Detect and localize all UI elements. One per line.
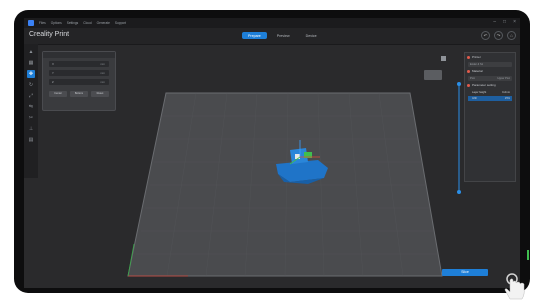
printer-section-title: Printer (472, 55, 481, 59)
cut-icon[interactable]: ✂ (27, 114, 35, 122)
layer-slider-bottom-handle[interactable] (457, 190, 461, 194)
mirror-icon[interactable]: ⇋ (27, 103, 35, 111)
x-label: X (52, 62, 54, 66)
list-item[interactable]: Layer height 0.2mm (468, 90, 512, 95)
view-cube-icon[interactable] (441, 56, 446, 61)
device-frame: Files Options Settings Cloud Generate Su… (14, 10, 530, 293)
list-item-label: Layer height (472, 90, 487, 94)
tab-preview[interactable]: Preview (271, 32, 296, 39)
material-section-dot (467, 70, 470, 73)
menu-item-support[interactable]: Support (115, 21, 126, 25)
window-controls: – □ × (493, 19, 516, 25)
menu-item-options[interactable]: Options (51, 21, 62, 25)
arrange-icon[interactable]: ▤ (27, 136, 35, 144)
list-item[interactable]: Infill 15% (468, 96, 512, 101)
maximize-icon[interactable]: □ (503, 19, 506, 25)
menu-item-generate[interactable]: Generate (97, 21, 110, 25)
parameter-section[interactable]: Parameter setting (465, 83, 515, 88)
material-value: Hyper PLA (497, 76, 510, 80)
x-position-field[interactable]: X mm (49, 61, 109, 67)
list-item-value: 15% (504, 96, 510, 100)
material-section-title: Material (472, 69, 483, 73)
status-indicator (527, 250, 529, 260)
app-window: Files Options Settings Cloud Generate Su… (24, 18, 520, 288)
y-position-field[interactable]: Y mm (49, 70, 109, 76)
move-panel: X mm Y mm Z mm Center Bottom Reset (42, 51, 116, 111)
move-panel-header (43, 52, 115, 58)
toolbar-actions: ↶ ↷ ⌂ (481, 31, 516, 40)
slice-button[interactable]: Slice (442, 269, 488, 276)
app-title: Creality Print (29, 31, 70, 38)
view-selector[interactable] (424, 70, 442, 80)
close-icon[interactable]: × (513, 19, 516, 25)
printer-select[interactable]: Ender-3 S1 (468, 62, 512, 67)
layout-icon[interactable]: ▦ (27, 59, 35, 67)
material-label: PLA (470, 76, 475, 80)
printer-section[interactable]: Printer (465, 55, 515, 60)
pointing-hand-icon (504, 273, 525, 300)
parameter-section-title: Parameter setting (472, 83, 496, 87)
list-item-label: Infill (472, 96, 477, 100)
move-icon[interactable]: ✥ (27, 70, 35, 78)
z-unit: mm (100, 80, 105, 84)
redo-icon[interactable]: ↷ (494, 31, 503, 40)
list-item-value: 0.2mm (502, 90, 510, 94)
scale-icon[interactable]: ⤢ (27, 92, 35, 100)
menu-bar: Files Options Settings Cloud Generate Su… (24, 18, 520, 28)
add-model-icon[interactable]: ▲ (27, 48, 35, 56)
y-label: Y (52, 71, 54, 75)
parameter-section-dot (467, 84, 470, 87)
z-position-field[interactable]: Z mm (49, 79, 109, 85)
printer-select-value: Ender-3 S1 (470, 62, 484, 66)
y-unit: mm (100, 71, 105, 75)
undo-icon[interactable]: ↶ (481, 31, 490, 40)
material-section[interactable]: Material (465, 69, 515, 74)
bottom-button[interactable]: Bottom (70, 91, 88, 97)
tab-prepare[interactable]: Prepare (242, 32, 267, 39)
rotate-icon[interactable]: ↻ (27, 81, 35, 89)
move-panel-buttons: Center Bottom Reset (49, 91, 109, 97)
left-tool-strip: ▲ ▦ ✥ ↻ ⤢ ⇋ ✂ ⊥ ▤ (24, 44, 38, 178)
build-plate[interactable] (127, 92, 443, 277)
material-select[interactable]: PLA Hyper PLA (468, 76, 512, 81)
minimize-icon[interactable]: – (493, 19, 496, 25)
support-icon[interactable]: ⊥ (27, 125, 35, 133)
z-label: Z (52, 80, 54, 84)
center-button[interactable]: Center (49, 91, 67, 97)
layer-slider-top-handle[interactable] (457, 82, 461, 86)
printer-section-dot (467, 56, 470, 59)
home-icon[interactable]: ⌂ (507, 31, 516, 40)
x-unit: mm (100, 62, 105, 66)
reset-button[interactable]: Reset (91, 91, 109, 97)
menu-item-settings[interactable]: Settings (67, 21, 79, 25)
parameter-panel: Printer Ender-3 S1 Material PLA Hyper PL… (464, 52, 516, 182)
menu-item-files[interactable]: Files (39, 21, 46, 25)
top-toolbar: Creality Print Prepare Preview Device ↶ … (24, 28, 520, 45)
tab-device[interactable]: Device (300, 32, 323, 39)
mode-tabs: Prepare Preview Device (242, 32, 323, 39)
menu-item-cloud[interactable]: Cloud (83, 21, 91, 25)
app-logo-icon (28, 20, 34, 26)
